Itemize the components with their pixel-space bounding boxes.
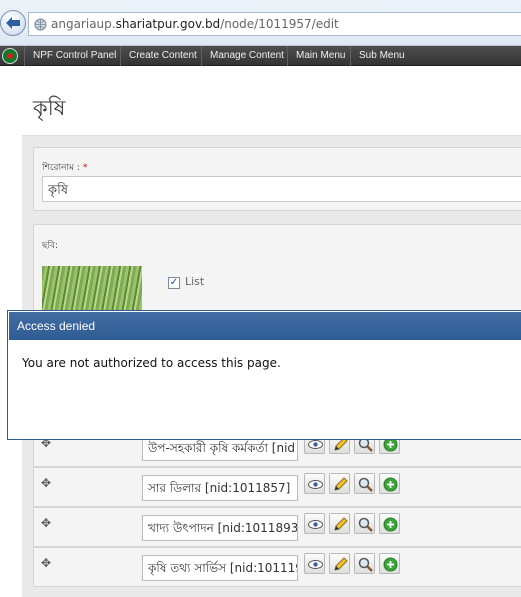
browser-toolbar: angariaup.shariatpur.gov.bd/node/1011957… (0, 0, 521, 46)
reference-input[interactable]: সার ডিলার [nid:1011857] (142, 475, 298, 501)
title-fieldset: শিরোনাম : * কৃষি (33, 147, 521, 211)
reference-input[interactable]: খাদ্য উৎপাদন [nid:1011893] (142, 515, 298, 541)
magnifier-icon (358, 557, 373, 572)
dialog-title: Access denied (17, 319, 96, 333)
reference-row: ✥ কৃষি তথ্য সার্ভিস [nid:101119 (33, 547, 521, 587)
url-path: /node/1011957/edit (220, 17, 339, 31)
reference-row: ✥ খাদ্য উৎপাদন [nid:1011893] (33, 507, 521, 547)
plus-circle-icon (383, 557, 398, 572)
edit-button[interactable] (329, 473, 350, 494)
add-button[interactable] (379, 473, 400, 494)
dialog-title-bar: Access denied (9, 312, 521, 340)
title-label-text: শিরোনাম : (42, 163, 80, 173)
view-button[interactable] (304, 553, 325, 574)
admin-menu-bar: NPF Control Panel Create Content Manage … (0, 46, 521, 66)
menu-item-npf-control-panel[interactable]: NPF Control Panel (24, 46, 120, 66)
page-title: কৃষি (33, 96, 66, 120)
plus-circle-icon (383, 517, 398, 532)
search-button[interactable] (354, 473, 375, 494)
menu-item-main-menu[interactable]: Main Menu (287, 46, 350, 66)
menu-item-create-content[interactable]: Create Content (120, 46, 201, 66)
magnifier-icon (358, 477, 373, 492)
search-button[interactable] (354, 553, 375, 574)
move-handle-icon[interactable]: ✥ (41, 556, 51, 570)
list-checkbox[interactable]: ✓ (168, 277, 180, 289)
globe-icon (34, 18, 47, 31)
search-button[interactable] (354, 513, 375, 534)
image-thumbnail[interactable] (42, 266, 142, 314)
site-logo-icon[interactable] (2, 48, 18, 64)
move-handle-icon[interactable]: ✥ (41, 476, 51, 490)
pencil-icon (334, 517, 348, 531)
image-field-label: ছবি: (42, 241, 59, 251)
url-prefix: angariaup. (51, 17, 116, 31)
url-text: angariaup.shariatpur.gov.bd/node/1011957… (51, 17, 339, 31)
url-host: shariatpur.gov.bd (115, 17, 221, 31)
dialog-message: You are not authorized to access this pa… (22, 356, 281, 370)
eye-icon (308, 480, 323, 489)
edit-button[interactable] (329, 553, 350, 574)
menu-item-sub-menu[interactable]: Sub Menu (350, 46, 409, 66)
pencil-icon (334, 557, 348, 571)
eye-icon (308, 560, 323, 569)
title-input[interactable]: কৃষি (42, 176, 521, 202)
view-button[interactable] (304, 473, 325, 494)
address-bar[interactable]: angariaup.shariatpur.gov.bd/node/1011957… (28, 12, 521, 36)
required-marker: * (82, 163, 88, 173)
magnifier-icon (358, 517, 373, 532)
add-button[interactable] (379, 513, 400, 534)
add-button[interactable] (379, 553, 400, 574)
edit-button[interactable] (329, 513, 350, 534)
back-arrow-icon (6, 17, 20, 29)
pencil-icon (334, 477, 348, 491)
list-checkbox-label: List (185, 275, 205, 288)
back-button[interactable] (0, 10, 26, 36)
title-field-label: শিরোনাম : * (42, 160, 87, 175)
eye-icon (308, 520, 323, 529)
plus-circle-icon (383, 477, 398, 492)
move-handle-icon[interactable]: ✥ (41, 516, 51, 530)
view-button[interactable] (304, 513, 325, 534)
reference-row: ✥ সার ডিলার [nid:1011857] (33, 467, 521, 507)
menu-item-manage-content[interactable]: Manage Content (201, 46, 287, 66)
reference-input[interactable]: কৃষি তথ্য সার্ভিস [nid:101119 (142, 555, 298, 581)
access-denied-dialog: Access denied You are not authorized to … (7, 310, 521, 440)
